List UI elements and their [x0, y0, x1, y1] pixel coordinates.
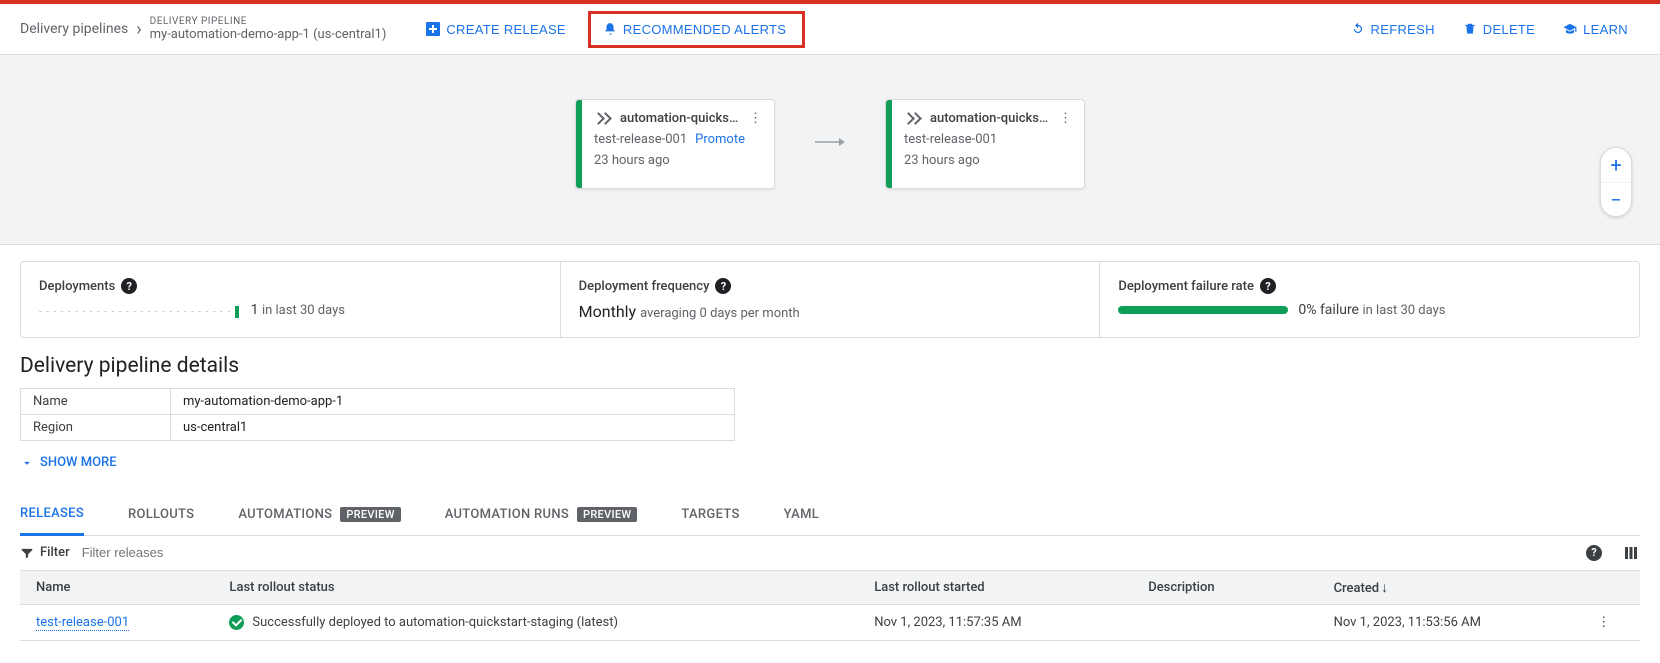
- col-started[interactable]: Last rollout started: [858, 571, 1132, 605]
- metric-deployments: Deployments? - - - - - - - - - - - - - -…: [21, 262, 560, 337]
- col-desc[interactable]: Description: [1132, 571, 1317, 605]
- kebab-menu-icon[interactable]: ⋮: [747, 111, 764, 126]
- detail-value: us-central1: [171, 415, 735, 441]
- zoom-out-button[interactable]: −: [1601, 182, 1631, 216]
- create-release-button[interactable]: CREATE RELEASE: [414, 14, 578, 45]
- breadcrumb-root[interactable]: Delivery pipelines: [20, 21, 128, 37]
- delete-button[interactable]: DELETE: [1451, 14, 1547, 45]
- success-icon: [229, 615, 244, 630]
- filter-input[interactable]: [82, 545, 1586, 560]
- col-name[interactable]: Name: [20, 571, 213, 605]
- detail-key: Region: [21, 415, 171, 441]
- tab-releases[interactable]: RELEASES: [20, 494, 84, 536]
- double-chevron-icon: [904, 110, 924, 126]
- pipeline-stage[interactable]: automation-quicks…⋮ test-release-001 23 …: [885, 99, 1085, 189]
- tab-automations[interactable]: AUTOMATIONSPREVIEW: [238, 495, 400, 534]
- help-icon[interactable]: ?: [1586, 545, 1602, 561]
- filter-icon: [20, 546, 34, 560]
- zoom-in-button[interactable]: +: [1601, 148, 1631, 182]
- columns-icon[interactable]: [1622, 544, 1640, 562]
- details-heading: Delivery pipeline details: [20, 354, 1640, 378]
- stage-age: 23 hours ago: [904, 153, 1074, 168]
- rollout-created: Nov 1, 2023, 11:53:56 AM: [1318, 604, 1568, 640]
- releases-table: Name Last rollout status Last rollout st…: [20, 571, 1640, 641]
- metric-failure-rate: Deployment failure rate? 0% failure in l…: [1099, 262, 1639, 337]
- release-name-link[interactable]: test-release-001: [36, 615, 129, 631]
- rollout-started: Nov 1, 2023, 11:57:35 AM: [858, 604, 1132, 640]
- metrics-panel: Deployments? - - - - - - - - - - - - - -…: [20, 261, 1640, 338]
- alerts-highlight: RECOMMENDED ALERTS: [588, 11, 805, 48]
- rollout-description: [1132, 604, 1317, 640]
- metric-frequency: Deployment frequency? Monthly averaging …: [560, 262, 1100, 337]
- recommended-alerts-button[interactable]: RECOMMENDED ALERTS: [591, 14, 798, 45]
- failure-bar: [1118, 306, 1288, 314]
- arrow-right-icon: [815, 136, 845, 152]
- plus-box-icon: [426, 22, 440, 36]
- tab-automation-runs[interactable]: AUTOMATION RUNSPREVIEW: [445, 495, 638, 534]
- tab-targets[interactable]: TARGETS: [681, 495, 739, 534]
- chevron-right-icon: ›: [136, 19, 141, 40]
- bell-plus-icon: [603, 22, 617, 36]
- row-menu-button[interactable]: ⋮: [1567, 604, 1640, 640]
- filter-bar: Filter ?: [20, 536, 1640, 571]
- refresh-button[interactable]: REFRESH: [1339, 14, 1447, 45]
- stage-release: test-release-001: [594, 132, 687, 147]
- kebab-menu-icon[interactable]: ⋮: [1057, 111, 1074, 126]
- pipeline-details: Delivery pipeline details Namemy-automat…: [20, 354, 1640, 474]
- col-created[interactable]: Created↓: [1318, 571, 1568, 605]
- sparkline: - - - - - - - - - - - - - - - - - - - - …: [39, 306, 239, 318]
- table-row: test-release-001 Successfully deployed t…: [20, 604, 1640, 640]
- tabs-bar: RELEASES ROLLOUTS AUTOMATIONSPREVIEW AUTOMA…: [20, 494, 1640, 536]
- zoom-control: + −: [1600, 147, 1632, 217]
- preview-badge: PREVIEW: [577, 507, 637, 522]
- double-chevron-icon: [594, 110, 614, 126]
- help-icon[interactable]: ?: [1260, 278, 1276, 294]
- learn-button[interactable]: LEARN: [1551, 14, 1640, 45]
- detail-key: Name: [21, 389, 171, 415]
- breadcrumb-label: DELIVERY PIPELINE: [150, 16, 387, 27]
- chevron-down-icon: [20, 456, 34, 470]
- filter-label: Filter: [20, 545, 70, 560]
- breadcrumb-name: my-automation-demo-app-1 (us-central1): [150, 27, 387, 42]
- refresh-icon: [1351, 22, 1365, 36]
- col-status[interactable]: Last rollout status: [213, 571, 858, 605]
- rollout-status: Successfully deployed to automation-quic…: [252, 615, 618, 630]
- stage-title: automation-quicks…: [620, 111, 747, 126]
- detail-value: my-automation-demo-app-1: [171, 389, 735, 415]
- pipeline-stage[interactable]: automation-quicks…⋮ test-release-001 Prom…: [575, 99, 775, 189]
- tab-yaml[interactable]: YAML: [784, 495, 819, 534]
- preview-badge: PREVIEW: [340, 507, 400, 522]
- show-more-button[interactable]: SHOW MORE: [20, 455, 117, 470]
- stage-release: test-release-001: [904, 132, 997, 147]
- promote-link[interactable]: Promote: [695, 132, 745, 147]
- help-icon[interactable]: ?: [715, 278, 731, 294]
- graduation-cap-icon: [1563, 22, 1577, 36]
- pipeline-canvas: automation-quicks…⋮ test-release-001Prom…: [0, 55, 1660, 245]
- stage-age: 23 hours ago: [594, 153, 764, 168]
- header-bar: Delivery pipelines › DELIVERY PIPELINE m…: [0, 4, 1660, 55]
- tab-rollouts[interactable]: ROLLOUTS: [128, 495, 194, 534]
- trash-icon: [1463, 22, 1477, 36]
- stage-title: automation-quicks…: [930, 111, 1057, 126]
- breadcrumb: Delivery pipelines › DELIVERY PIPELINE m…: [20, 16, 386, 42]
- help-icon[interactable]: ?: [121, 278, 137, 294]
- arrow-down-icon: ↓: [1381, 580, 1388, 596]
